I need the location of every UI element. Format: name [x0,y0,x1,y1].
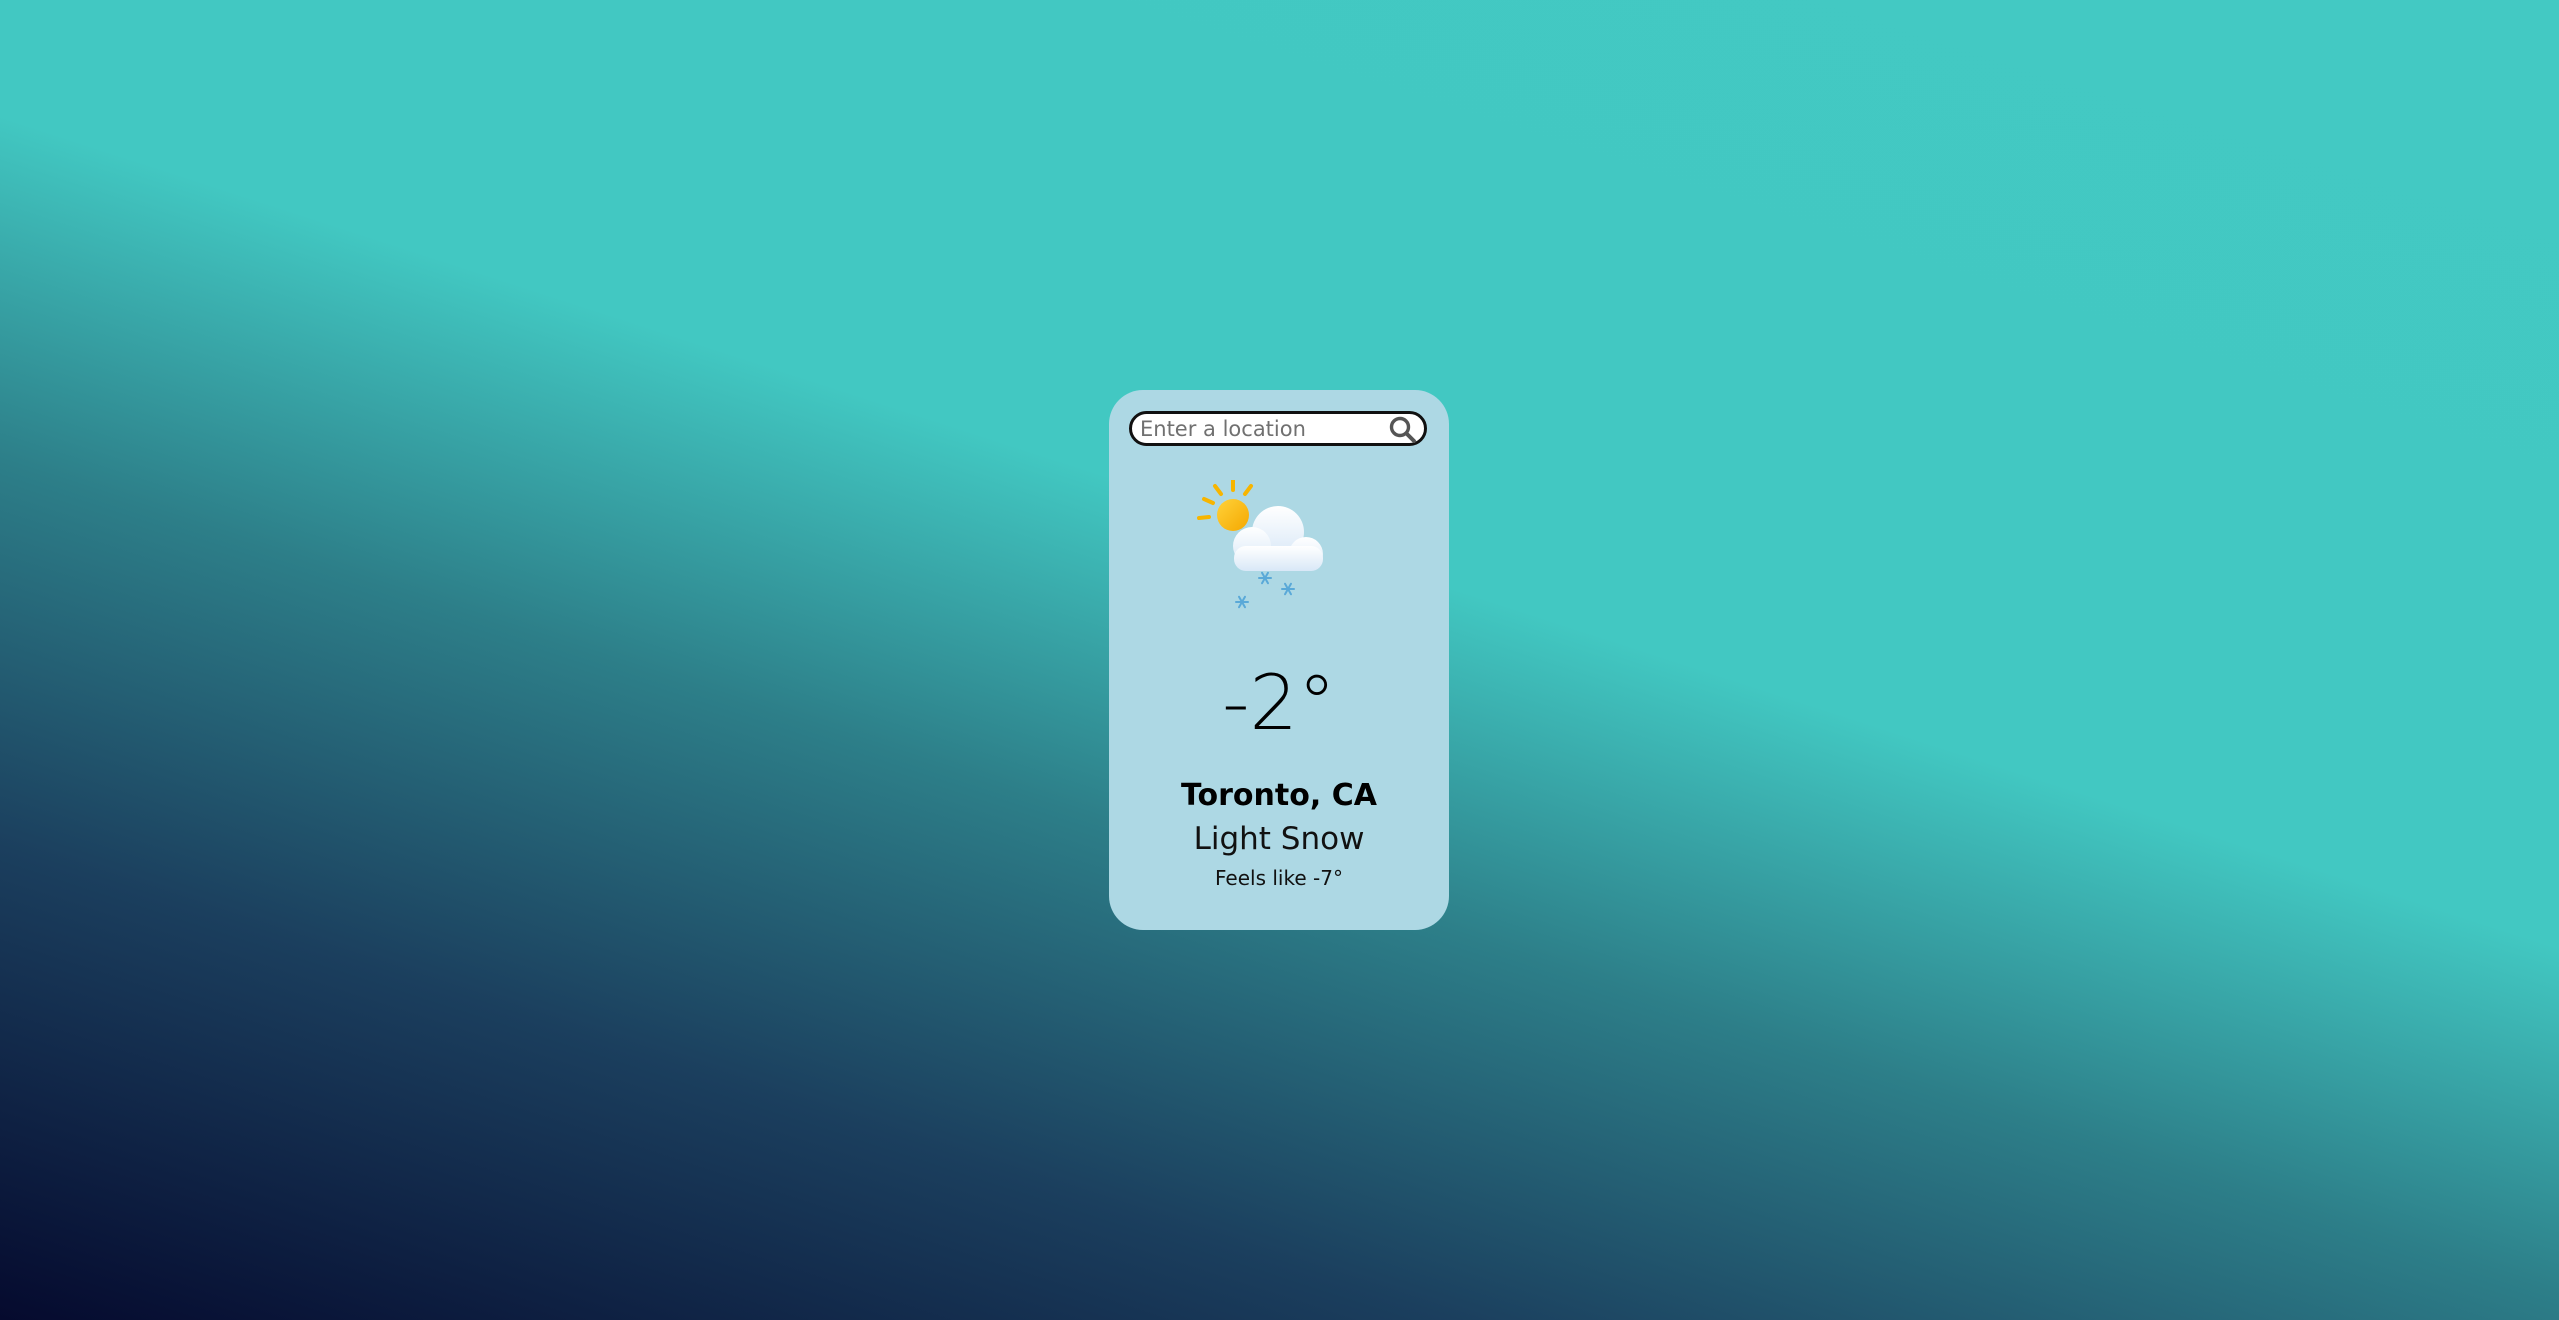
weather-condition: Light Snow [1193,821,1365,857]
feels-like: Feels like -7° [1215,866,1343,890]
location-name: Toronto, CA [1181,778,1377,813]
location-search-input[interactable] [1140,414,1380,443]
search-icon [1389,416,1416,443]
partly-cloudy-snow-icon [1194,478,1354,640]
search-bar [1129,411,1427,446]
weather-card: -2° Toronto, CA Light Snow Feels like -7… [1109,390,1449,930]
temperature: -2° [1222,658,1336,747]
search-button[interactable] [1388,415,1418,443]
